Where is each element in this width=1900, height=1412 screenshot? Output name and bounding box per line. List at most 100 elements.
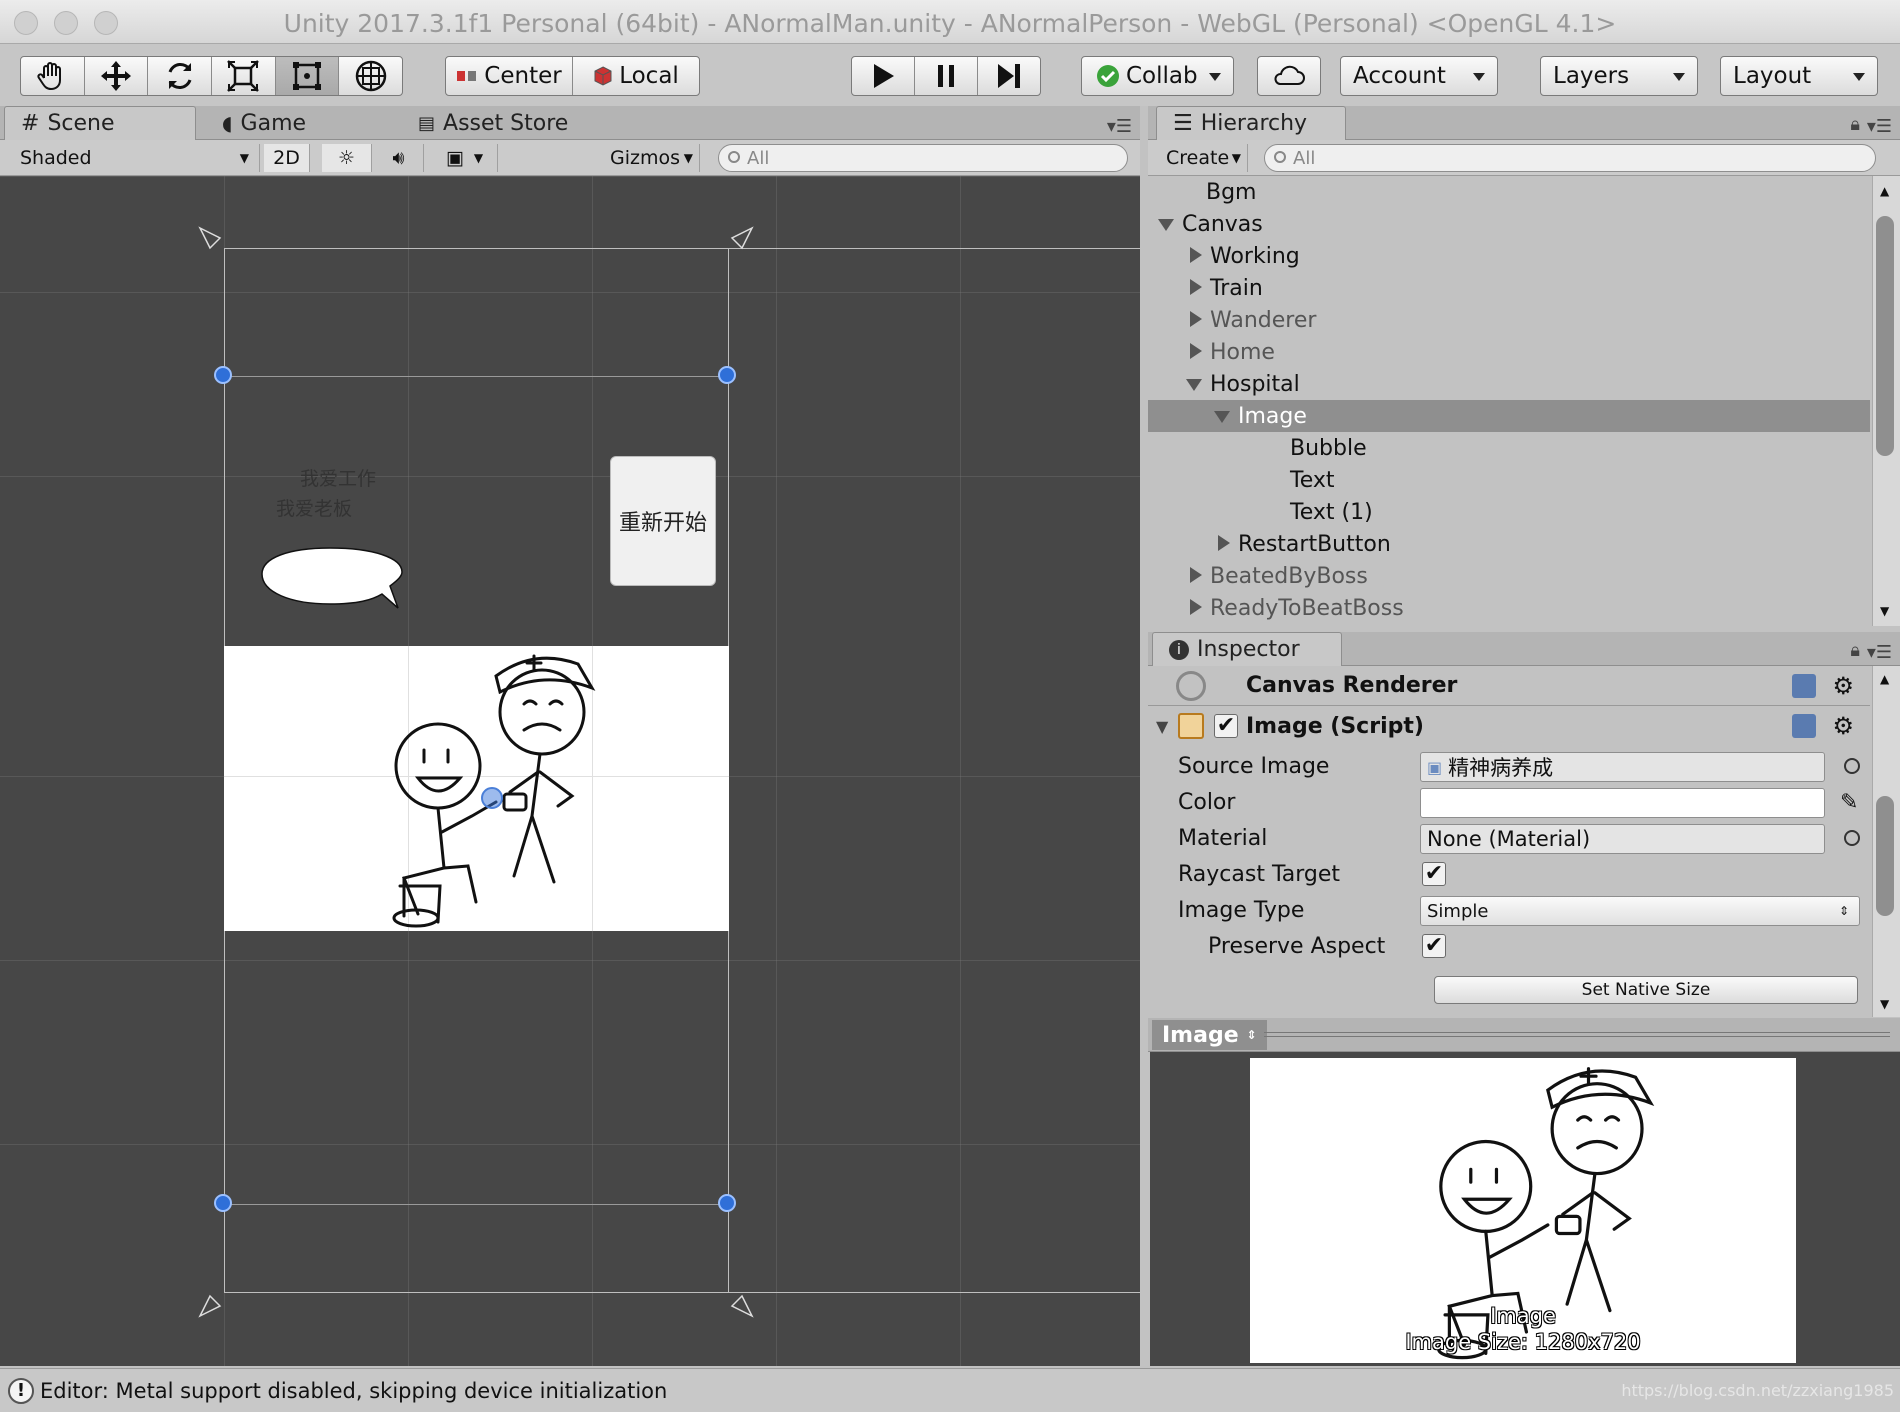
speech-bubble[interactable] [258,542,408,614]
panel-menu-icon[interactable]: ▾☰ [1867,642,1892,663]
scene-viewport[interactable]: 我爱工作 我爱老板 重新开始 [0,176,1140,1366]
chevron-down-icon[interactable]: ▼ [1880,997,1889,1011]
anchor-top-right-icon[interactable] [726,224,756,254]
status-message[interactable]: Editor: Metal support disabled, skipping… [40,1379,667,1403]
image-enabled-checkbox[interactable]: ✔ [1214,714,1238,738]
cloud-button[interactable] [1257,56,1321,96]
chevron-right-icon[interactable] [1190,598,1202,615]
rect-handle-bottom-left[interactable] [214,1194,232,1212]
hierarchy-item[interactable]: Text (1) [1148,496,1870,528]
move-icon[interactable] [85,57,149,95]
scale-icon[interactable] [212,57,276,95]
hierarchy-scroll-thumb[interactable] [1876,216,1894,456]
gizmos-dropdown[interactable]: Gizmos ▼ [598,144,700,172]
tab-inspector[interactable]: i Inspector [1152,632,1342,666]
lock-icon[interactable]: 🔒︎ [1850,640,1860,661]
rotate-icon[interactable] [148,57,213,95]
hospital-image[interactable] [224,646,729,931]
gear-icon[interactable]: ⚙ [1832,712,1854,740]
restart-button[interactable]: 重新开始 [610,456,716,586]
anchor-top-left-icon[interactable] [196,224,226,254]
rect-handle-top-right[interactable] [718,366,736,384]
canvas-text-2[interactable]: 我爱老板 [276,494,352,521]
hierarchy-item[interactable]: Bubble [1148,432,1870,464]
rect-handle-top-left[interactable] [214,366,232,384]
pivot-center-button[interactable]: Center [446,57,573,95]
inspector-scroll-thumb[interactable] [1876,796,1894,916]
layers-dropdown[interactable]: Layers [1540,56,1698,96]
object-picker-icon[interactable] [1844,758,1860,774]
create-dropdown[interactable]: Create ▼ [1156,144,1248,172]
hierarchy-item[interactable]: Image [1148,400,1870,432]
pause-icon[interactable] [915,57,978,95]
hand-icon[interactable] [21,57,85,95]
preserve-aspect-checkbox[interactable]: ✔ [1422,934,1446,958]
toggle-2d-button[interactable]: 2D [264,144,310,172]
raycast-checkbox[interactable]: ✔ [1422,862,1446,886]
rect-icon[interactable] [275,57,340,95]
scene-search-input[interactable]: All [718,144,1128,172]
chevron-down-icon[interactable] [1186,378,1202,391]
step-icon[interactable] [978,57,1040,95]
chevron-right-icon[interactable] [1190,566,1202,583]
chevron-right-icon[interactable] [1190,310,1202,327]
chevron-down-icon[interactable]: ▼ [1156,717,1168,736]
canvas-text-1[interactable]: 我爱工作 [300,464,376,491]
tab-game[interactable]: ◖ Game [206,106,386,140]
lock-icon[interactable]: 🔒︎ [1850,114,1860,135]
eyedropper-icon[interactable]: ✎ [1840,790,1858,815]
tab-scene[interactable]: # Scene [4,106,196,140]
inspector-scrollbar[interactable]: ▲ ▼ [1872,666,1900,1017]
image-script-header[interactable]: ▼ ✔ Image (Script) ⚙ [1148,706,1870,746]
hierarchy-item[interactable]: Text [1148,464,1870,496]
hierarchy-item[interactable]: Home [1148,336,1870,368]
rect-handle-bottom-right[interactable] [718,1194,736,1212]
lighting-toggle[interactable]: ☼ [322,144,372,172]
source-image-field[interactable]: ▣ 精神病养成 [1420,752,1825,782]
object-picker-icon[interactable] [1844,830,1860,846]
hierarchy-search-input[interactable]: All [1264,144,1876,172]
color-field[interactable] [1420,788,1825,818]
chevron-down-icon[interactable] [1158,218,1174,231]
transform-icon[interactable] [339,57,402,95]
hierarchy-item[interactable]: Hospital [1148,368,1870,400]
tab-asset-store[interactable]: ▤ Asset Store [402,106,622,140]
preview-drag-handle[interactable] [1264,1032,1890,1037]
effects-dropdown[interactable]: ▣ ▼ [432,144,498,172]
chevron-right-icon[interactable] [1218,534,1230,551]
collab-dropdown[interactable]: Collab [1081,56,1234,96]
hierarchy-item[interactable]: Train [1148,272,1870,304]
gear-icon[interactable]: ⚙ [1832,672,1854,700]
chevron-up-icon[interactable]: ▲ [1880,184,1889,198]
audio-toggle[interactable]: 🔊︎ [374,144,424,172]
help-icon[interactable] [1792,673,1816,698]
image-type-dropdown[interactable]: Simple ⇕ [1420,896,1860,926]
hierarchy-scrollbar[interactable]: ▲ ▼ [1872,176,1900,626]
chevron-down-icon[interactable] [1214,410,1230,423]
space-local-button[interactable]: Local [573,57,699,95]
hierarchy-item[interactable]: RestartButton [1148,528,1870,560]
panel-menu-icon[interactable]: ▾☰ [1867,116,1892,137]
hierarchy-item[interactable]: ReadyToBeatBoss [1148,592,1870,624]
hierarchy-item[interactable]: Wanderer [1148,304,1870,336]
tab-hierarchy[interactable]: ☰ Hierarchy [1156,106,1346,140]
layout-dropdown[interactable]: Layout [1720,56,1878,96]
hierarchy-item[interactable]: Working [1148,240,1870,272]
chevron-up-icon[interactable]: ▲ [1880,672,1889,686]
hierarchy-item[interactable]: Bgm [1148,176,1870,208]
account-dropdown[interactable]: Account [1340,56,1498,96]
shading-dropdown[interactable]: Shaded ▼ [8,144,260,172]
anchor-bottom-right-icon[interactable] [726,1290,756,1320]
preview-dropdown[interactable]: Image ⇕ [1152,1020,1267,1050]
chevron-right-icon[interactable] [1190,342,1202,359]
hierarchy-item[interactable]: Canvas [1148,208,1870,240]
material-field[interactable]: None (Material) [1420,824,1825,854]
play-icon[interactable] [852,57,916,95]
chevron-down-icon[interactable]: ▼ [1880,604,1889,618]
canvas-renderer-header[interactable]: Canvas Renderer ⚙ [1148,666,1870,706]
anchor-bottom-left-icon[interactable] [196,1290,226,1320]
chevron-right-icon[interactable] [1190,246,1202,263]
chevron-right-icon[interactable] [1190,278,1202,295]
help-icon[interactable] [1792,714,1816,738]
set-native-size-button[interactable]: Set Native Size [1434,976,1858,1004]
